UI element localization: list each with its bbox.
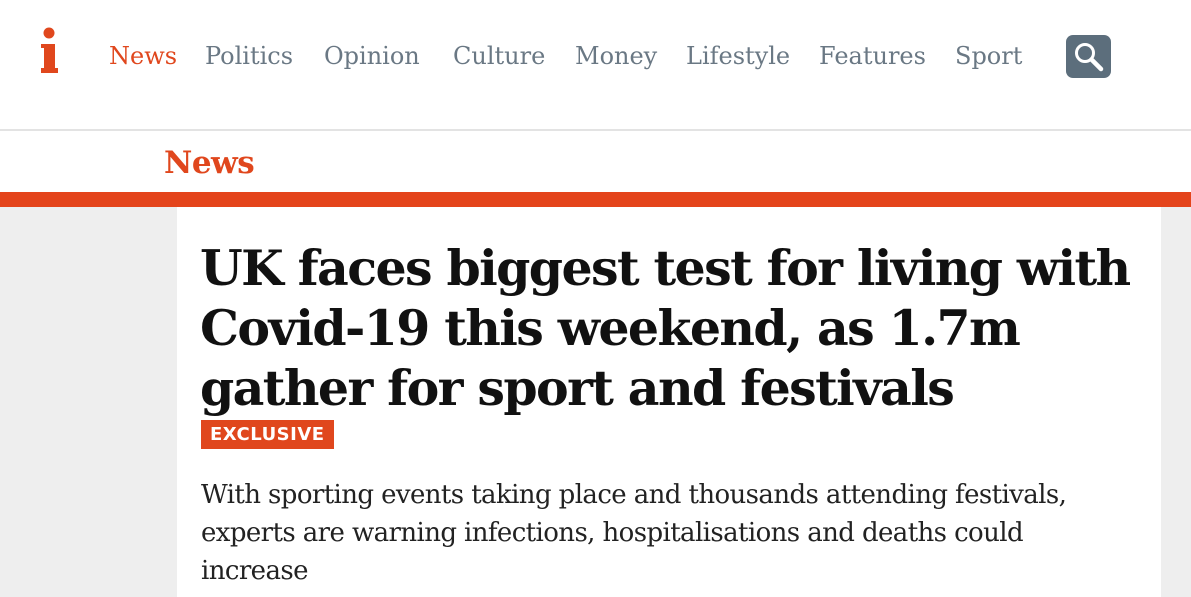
nav-item-sport[interactable]: Sport (955, 40, 1022, 72)
article-headline: UK faces biggest test for living with Co… (200, 239, 1131, 417)
search-button[interactable] (1066, 35, 1111, 78)
article-standfirst: With sporting events taking place and th… (201, 480, 1067, 586)
exclusive-badge: EXCLUSIVE (201, 420, 334, 449)
nav-item-opinion[interactable]: Opinion (324, 40, 420, 72)
nav-item-features[interactable]: Features (819, 40, 926, 72)
nav-item-lifestyle[interactable]: Lifestyle (686, 40, 790, 72)
search-icon (1075, 43, 1104, 72)
nav-item-culture[interactable]: Culture (453, 40, 545, 72)
main-nav: News Politics Opinion Culture Money Life… (0, 0, 1191, 114)
nav-item-money[interactable]: Money (575, 40, 657, 72)
nav-item-news[interactable]: News (109, 40, 177, 72)
nav-item-politics[interactable]: Politics (205, 40, 293, 72)
site-header: News Politics Opinion Culture Money Life… (0, 0, 1191, 131)
section-title[interactable]: News (164, 143, 255, 183)
section-divider (0, 192, 1191, 207)
